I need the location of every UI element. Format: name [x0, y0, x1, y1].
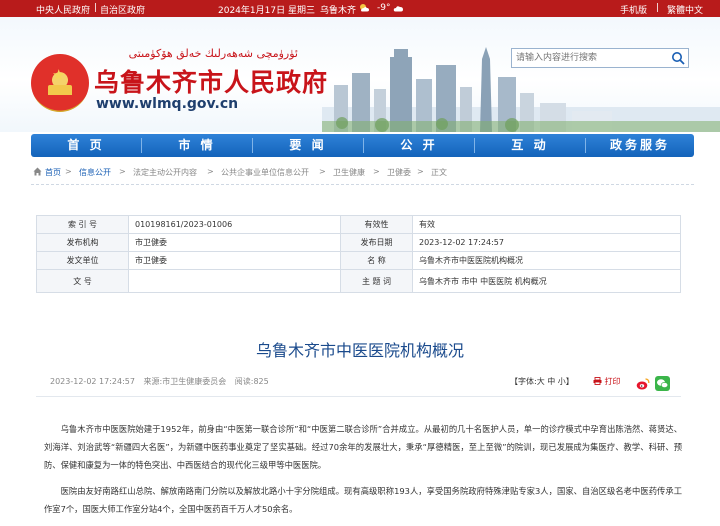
font-size-control[interactable]: 【字体:大 中 小】 [510, 376, 574, 387]
article-source: 来源:市卫生健康委员会 [143, 377, 227, 386]
table-row: 文 号 主 题 词 乌鲁木齐市 市中 中医医院 机构概况 [36, 269, 681, 293]
wechat-share-icon[interactable] [655, 376, 670, 391]
table-row: 发布机构 市卫健委 发布日期 2023-12-02 17:24:57 [36, 233, 681, 252]
printer-icon [593, 377, 602, 385]
table-row: 发文单位 市卫健委 名 称 乌鲁木齐市中医医院机构概况 [36, 251, 681, 270]
main-nav: 首 页 市 情 要 闻 公 开 互 动 政务服务 [31, 134, 694, 157]
breadcrumb-home[interactable]: 首页 [45, 167, 61, 178]
validity-value: 有效 [412, 215, 681, 234]
validity-label: 有效性 [340, 215, 413, 234]
topbar-divider: | [656, 3, 660, 13]
site-title: 乌鲁木齐市人民政府 [94, 68, 329, 97]
name-value: 乌鲁木齐市中医医院机构概况 [412, 251, 681, 270]
breadcrumb-current: 正文 [431, 168, 447, 177]
traditional-chinese-link[interactable]: 繁體中文 [667, 3, 703, 16]
uyghur-title: ئۈرۈمچى شەھەرلىك خەلق ھۆكۈمىتى [129, 47, 298, 60]
document-info-table: 索 引 号 010198161/2023-01006 有效性 有效 发布机构 市… [36, 215, 681, 293]
nav-city-info[interactable]: 市 情 [142, 134, 252, 157]
topbar-date: 2024年1月17日 星期三 [218, 6, 315, 16]
breadcrumb-public-units[interactable]: 公共企事业单位信息公开 [221, 167, 309, 178]
search-icon[interactable] [670, 50, 687, 66]
article-paragraph-2: 医院由友好南路红山总院、解放南路南门分院以及解放北路小十字分院组成。现有高级职称… [44, 486, 682, 514]
index-label: 索 引 号 [36, 215, 129, 234]
nav-news[interactable]: 要 闻 [253, 134, 363, 157]
nav-interaction[interactable]: 互 动 [475, 134, 585, 157]
link-central-government[interactable]: 中央人民政府 [36, 3, 90, 16]
breadcrumb-health-commission[interactable]: 卫健委 [387, 167, 411, 178]
national-emblem-icon: ★ [31, 54, 89, 112]
index-value: 010198161/2023-01006 [128, 215, 341, 234]
breadcrumb-separator: > [119, 167, 126, 176]
nav-home[interactable]: 首 页 [31, 134, 141, 157]
breadcrumb-statutory[interactable]: 法定主动公开内容 [133, 167, 197, 178]
keywords-value: 乌鲁木齐市 市中 中医医院 机构概况 [412, 269, 681, 293]
name-label: 名 称 [340, 251, 413, 270]
document-number-label: 文 号 [36, 269, 129, 293]
mobile-version-link[interactable]: 手机版 [620, 3, 647, 16]
weather-cloud-icon [392, 2, 404, 16]
topbar-city: 乌鲁木齐 [320, 6, 357, 16]
issuing-unit-value: 市卫健委 [128, 251, 341, 270]
issuer-value: 市卫健委 [128, 233, 341, 252]
publish-date-value: 2023-12-02 17:24:57 [412, 233, 681, 252]
print-label: 打印 [604, 377, 621, 386]
weibo-share-icon[interactable] [636, 376, 650, 390]
article-meta: 2023-12-02 17:24:57 来源:市卫生健康委员会 阅读:825 [50, 376, 275, 387]
breadcrumb-separator: > [373, 167, 380, 176]
site-url: www.wlmq.gov.cn [96, 96, 239, 112]
article-paragraph-1: 乌鲁木齐市中医医院始建于1952年，前身由“中医第一联合诊所”和“中医第二联合诊… [44, 424, 682, 470]
article-title: 乌鲁木齐市中医医院机构概况 [255, 341, 464, 360]
divider [36, 396, 681, 397]
breadcrumb-info-disclosure[interactable]: 信息公开 [79, 167, 111, 178]
site-header: ★ ئۈرۈمچى شەھەرلىك خەلق ھۆكۈمىتى 乌鲁木齐市人民… [0, 17, 720, 132]
document-number-value [128, 269, 341, 293]
issuer-label: 发布机构 [36, 233, 129, 252]
topbar-temperature: -9° [377, 3, 391, 13]
keywords-label: 主 题 词 [340, 269, 413, 293]
topbar-divider: | [94, 3, 98, 13]
nav-disclosure[interactable]: 公 开 [364, 134, 474, 157]
table-row: 索 引 号 010198161/2023-01006 有效性 有效 [36, 215, 681, 234]
print-button[interactable]: 打印 [593, 376, 621, 387]
breadcrumb-separator: > [207, 167, 214, 176]
svg-text:ئۈرۈمچى شەھەرلىك خەلق ھۆكۈمىتى: ئۈرۈمچى شەھەرلىك خەلق ھۆكۈمىتى [129, 47, 298, 60]
breadcrumb: 首页 > 信息公开 > 法定主动公开内容 > 公共企事业单位信息公开 > 卫生健… [31, 161, 694, 185]
breadcrumb-separator: > [65, 167, 72, 176]
publish-date-label: 发布日期 [340, 233, 413, 252]
weather-icon [358, 2, 370, 16]
article-views: 阅读:825 [234, 377, 269, 386]
top-bar: 中央人民政府 | 自治区政府 2024年1月17日 星期三 乌鲁木齐 -9° 手… [0, 0, 720, 17]
search-input[interactable] [512, 49, 670, 67]
search-box [511, 48, 689, 68]
article-date: 2023-12-02 17:24:57 [50, 377, 135, 386]
breadcrumb-separator: > [319, 167, 326, 176]
home-icon [33, 167, 42, 176]
nav-government-services[interactable]: 政务服务 [586, 134, 694, 157]
breadcrumb-separator: > [417, 167, 424, 176]
breadcrumb-health[interactable]: 卫生健康 [333, 167, 365, 178]
issuing-unit-label: 发文单位 [36, 251, 129, 270]
link-region-government[interactable]: 自治区政府 [100, 3, 145, 16]
